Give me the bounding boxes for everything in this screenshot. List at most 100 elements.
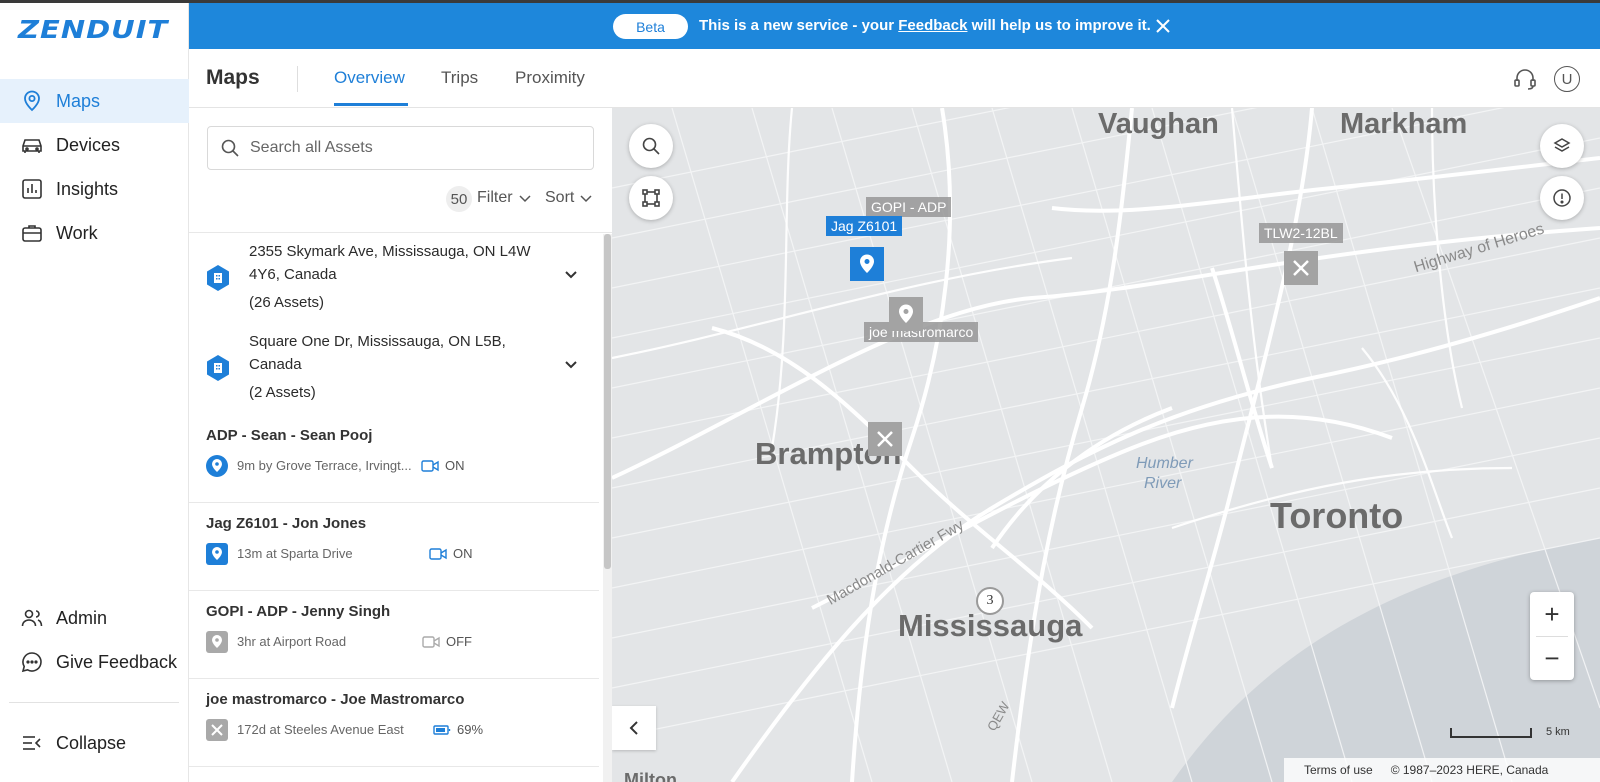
header-separator — [297, 66, 298, 92]
location-address: Square One Dr, Mississauga, ON L5B, Cana… — [249, 333, 506, 373]
battery-icon — [433, 724, 451, 735]
location-group[interactable]: 2355 Skymark Ave, Mississauga, ON L4W 4Y… — [189, 234, 599, 326]
pin-icon — [206, 631, 228, 653]
nav-divider — [9, 702, 179, 703]
location-group[interactable]: Square One Dr, Mississauga, ON L5B, Cana… — [189, 324, 599, 416]
search-icon — [221, 139, 239, 157]
pin-icon — [206, 543, 228, 565]
tab-trips[interactable]: Trips — [441, 68, 478, 88]
alert-icon — [1553, 189, 1571, 207]
nav-label: Maps — [56, 90, 101, 111]
zenduit-logo[interactable]: ZENDUIT — [18, 15, 168, 44]
chevron-down-icon — [519, 195, 531, 203]
marker-cluster[interactable]: 3 — [976, 587, 1004, 615]
pin-marker[interactable] — [889, 297, 923, 331]
building-icon — [207, 265, 229, 291]
asset-name: ADP - Sean - Sean Pooj — [206, 427, 373, 444]
chat-icon — [21, 652, 42, 673]
briefcase-icon — [22, 225, 42, 242]
draw-area-button[interactable] — [629, 176, 673, 220]
asset-name: joe mastromarco - Joe Mastromarco — [206, 691, 465, 708]
city-label-toronto: Toronto — [1270, 495, 1404, 536]
nav-item-devices[interactable]: Devices — [0, 123, 189, 167]
city-label-vaughan: Vaughan — [1098, 108, 1219, 140]
filter-button[interactable]: Filter — [477, 189, 532, 207]
camera-status: ON — [421, 458, 465, 473]
camera-status-text: OFF — [446, 634, 472, 649]
asset-row[interactable]: GOPI - ADP - Jenny Singh 3hr at Airport … — [189, 591, 599, 679]
asset-row[interactable]: ADP - Sean - Sean Pooj 9m by Grove Terra… — [189, 415, 599, 503]
page-title: Maps — [206, 66, 260, 89]
beta-badge: Beta — [613, 14, 688, 39]
feedback-link[interactable]: Feedback — [898, 17, 967, 34]
nav-label: Insights — [56, 178, 119, 199]
banner-message: This is a new service - your Feedback wi… — [699, 17, 1151, 34]
battery-level-text: 69% — [457, 722, 484, 737]
map-copyright: © 1987–2023 HERE, Canada — [1390, 763, 1549, 777]
tab-overview[interactable]: Overview — [334, 68, 405, 88]
marker-label-selected: Jag Z6101 — [826, 216, 903, 236]
headset-icon[interactable] — [1512, 66, 1538, 92]
search-input[interactable] — [250, 139, 570, 157]
panel-scrollbar[interactable] — [603, 234, 612, 782]
pin-marker-selected[interactable] — [850, 247, 884, 281]
nav-item-give-feedback[interactable]: Give Feedback — [0, 640, 189, 684]
tools-icon — [206, 719, 228, 741]
nav-item-maps[interactable]: Maps — [0, 79, 189, 123]
location-address: 2355 Skymark Ave, Mississauga, ON L4W 4Y… — [249, 243, 531, 283]
asset-detail: 9m by Grove Terrace, Irvingt... — [237, 458, 412, 473]
map-canvas[interactable]: Vaughan Markham Brampton Toronto Mississ… — [612, 108, 1600, 782]
marker-label: GOPI - ADP — [866, 197, 952, 217]
tools-marker[interactable] — [1284, 251, 1318, 285]
nav-item-insights[interactable]: Insights — [0, 167, 189, 211]
chevron-down-icon[interactable] — [563, 356, 579, 372]
location-asset-count: (2 Assets) — [249, 384, 316, 401]
camera-icon — [429, 547, 447, 560]
page-header: Maps Overview Trips Proximity U — [189, 49, 1600, 108]
layers-button[interactable] — [1540, 124, 1584, 168]
asset-row[interactable]: joe mastromarco - Joe Mastromarco 172d a… — [189, 679, 599, 767]
collapse-button[interactable]: Collapse — [0, 721, 189, 765]
map-scale-bar — [1450, 728, 1532, 738]
active-tab-indicator — [334, 103, 408, 106]
chevron-down-icon — [580, 195, 592, 203]
user-avatar[interactable]: U — [1554, 66, 1580, 92]
zoom-out-button[interactable]: − — [1530, 636, 1574, 680]
nav-label: Admin — [56, 607, 108, 628]
city-label-milton: Milton — [624, 770, 677, 782]
asset-panel: 50 Filter Sort 2355 Skymark Ave, Mississ… — [189, 108, 612, 782]
water-label-river: River — [1144, 475, 1182, 492]
chevron-down-icon[interactable] — [563, 266, 579, 282]
app-frame: ZENDUIT Maps Devices Insights Work Admin… — [0, 3, 1600, 782]
scroll-thumb[interactable] — [604, 234, 611, 569]
sort-button[interactable]: Sort — [545, 189, 593, 207]
close-icon[interactable] — [1154, 17, 1172, 35]
tools-marker[interactable] — [868, 422, 902, 456]
camera-icon — [421, 459, 439, 472]
nav-item-admin[interactable]: Admin — [0, 596, 189, 640]
map-search-button[interactable] — [629, 124, 673, 168]
asset-name: Jag Z6101 - Jon Jones — [206, 515, 367, 532]
terms-of-use-link[interactable]: Terms of use — [1304, 763, 1373, 777]
collapse-panel-button[interactable] — [612, 706, 656, 750]
banner-text-after: will help us to improve it. — [967, 17, 1151, 34]
nav-label: Work — [56, 222, 98, 243]
alert-button[interactable] — [1540, 176, 1584, 220]
map-attribution: Terms of use © 1987–2023 HERE, Canada — [1284, 758, 1600, 782]
panel-divider — [189, 232, 612, 233]
chevron-left-icon — [629, 721, 638, 735]
asset-row[interactable]: Jag Z6101 - Jon Jones 13m at Sparta Driv… — [189, 503, 599, 591]
asset-detail: 172d at Steeles Avenue East — [237, 722, 404, 737]
zoom-control: + − — [1530, 592, 1574, 680]
sort-label: Sort — [545, 189, 575, 206]
nav-label: Give Feedback — [56, 651, 178, 672]
search-box[interactable] — [207, 126, 594, 170]
battery-status: 69% — [433, 722, 483, 737]
zoom-in-button[interactable]: + — [1530, 592, 1574, 636]
nav-item-work[interactable]: Work — [0, 211, 189, 255]
tab-proximity[interactable]: Proximity — [515, 68, 585, 88]
city-label-markham: Markham — [1340, 108, 1468, 140]
beta-banner: Beta This is a new service - your Feedba… — [189, 3, 1600, 49]
collapse-icon — [23, 736, 41, 750]
pin-icon — [899, 304, 913, 323]
